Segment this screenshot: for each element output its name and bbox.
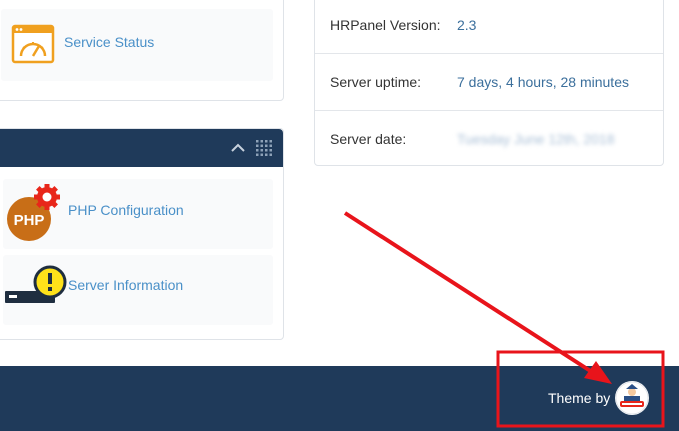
table-row: HRPanel Version: 2.3 [315, 0, 663, 54]
php-gear-icon: PHP [7, 184, 60, 241]
php-configuration-link[interactable]: PHP Configuration [68, 202, 184, 218]
drag-grid-icon[interactable] [255, 139, 273, 157]
service-status-link[interactable]: Service Status [64, 34, 154, 50]
version-value: 2.3 [457, 17, 477, 33]
gauge-window-icon [11, 24, 55, 64]
annotation-arrow [343, 211, 594, 374]
server-date-value: Tuesday June 12th, 2018 [457, 131, 615, 147]
tools-panel-header [0, 129, 283, 167]
php-configuration-tile[interactable]: PHP PHP Configuration [3, 179, 273, 249]
server-information-tile[interactable]: Server Information [3, 255, 273, 325]
chevron-up-icon[interactable] [230, 140, 246, 156]
table-row: Server uptime: 7 days, 4 hours, 28 minut… [315, 54, 663, 111]
theme-by-label: Theme by [548, 390, 611, 406]
table-row: Server date: Tuesday June 12th, 2018 [315, 111, 663, 168]
server-info-table: HRPanel Version: 2.3 Server uptime: 7 da… [314, 0, 664, 166]
theme-author-logo[interactable] [615, 381, 649, 415]
version-key: HRPanel Version: [330, 17, 441, 33]
uptime-value: 7 days, 4 hours, 28 minutes [457, 74, 629, 90]
php-icon-text: PHP [14, 212, 45, 229]
tools-panel: PHP PHP Configuration Server Information [0, 128, 284, 340]
service-status-tile[interactable]: Service Status [1, 9, 273, 81]
service-panel: Service Status [0, 0, 284, 101]
uptime-key: Server uptime: [330, 74, 422, 90]
theme-author-logo-icon [615, 381, 649, 415]
server-warning-icon [5, 265, 67, 303]
server-date-key: Server date: [330, 131, 407, 147]
footer: Theme by [0, 366, 679, 431]
server-information-link[interactable]: Server Information [68, 277, 183, 293]
